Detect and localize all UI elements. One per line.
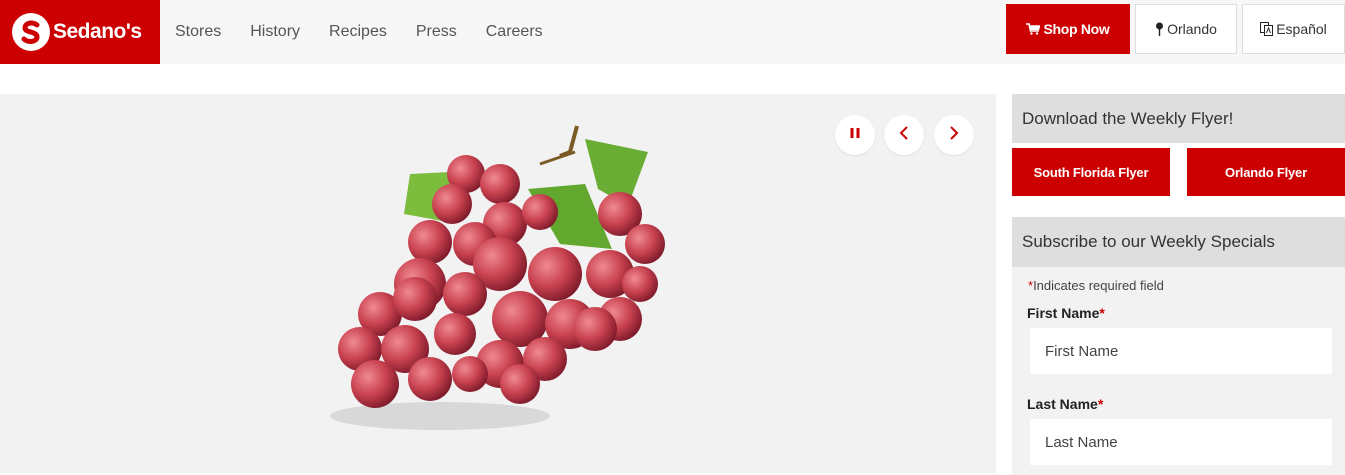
required-note-text: Indicates required field (1033, 278, 1164, 293)
brand-name: Sedano's (53, 20, 142, 43)
prev-slide-button[interactable] (884, 115, 924, 155)
subscribe-form: Subscribe to our Weekly Specials *Indica… (1012, 217, 1345, 475)
nav-careers[interactable]: Careers (486, 23, 543, 41)
pause-button[interactable] (835, 115, 875, 155)
cart-icon (1026, 23, 1041, 35)
language-label: Español (1276, 21, 1327, 37)
shop-now-label: Shop Now (1043, 21, 1110, 37)
last-name-field[interactable] (1030, 419, 1332, 465)
first-name-label: First Name (1027, 305, 1100, 321)
main-nav: Stores History Recipes Press Careers (160, 0, 557, 64)
nav-recipes[interactable]: Recipes (329, 23, 387, 41)
orlando-flyer-button[interactable]: Orlando Flyer (1187, 148, 1345, 196)
location-button[interactable]: Orlando (1135, 4, 1237, 54)
logo[interactable]: Sedano's (0, 0, 160, 64)
map-pin-icon (1155, 22, 1164, 36)
required-mark: * (1099, 305, 1105, 321)
chevron-right-icon (948, 125, 960, 146)
subscribe-heading: Subscribe to our Weekly Specials (1012, 217, 1345, 267)
shop-now-button[interactable]: Shop Now (1006, 4, 1130, 54)
first-name-field[interactable] (1030, 328, 1332, 374)
site-header: Sedano's Stores History Recipes Press Ca… (0, 0, 1345, 64)
nav-stores[interactable]: Stores (175, 23, 221, 41)
hero-slider[interactable] (0, 94, 996, 473)
language-button[interactable]: Español (1242, 4, 1345, 54)
south-florida-flyer-button[interactable]: South Florida Flyer (1012, 148, 1170, 196)
nav-history[interactable]: History (250, 23, 300, 41)
required-note: *Indicates required field (1028, 278, 1345, 293)
pause-icon (849, 126, 861, 144)
last-name-label-row: Last Name* (1027, 396, 1345, 412)
first-name-label-row: First Name* (1027, 305, 1345, 321)
location-label: Orlando (1167, 21, 1217, 37)
flyer-heading: Download the Weekly Flyer! (1012, 94, 1345, 143)
required-mark: * (1097, 396, 1104, 412)
header-buttons: Shop Now Orlando Español (1006, 4, 1345, 54)
chevron-left-icon (898, 125, 910, 146)
next-slide-button[interactable] (934, 115, 974, 155)
logo-s-icon (12, 13, 50, 51)
sidebar: Download the Weekly Flyer! South Florida… (1012, 94, 1345, 475)
nav-press[interactable]: Press (416, 23, 457, 41)
flyer-buttons: South Florida Flyer Orlando Flyer (1012, 148, 1345, 196)
language-icon (1260, 22, 1274, 36)
last-name-label: Last Name (1027, 396, 1098, 412)
